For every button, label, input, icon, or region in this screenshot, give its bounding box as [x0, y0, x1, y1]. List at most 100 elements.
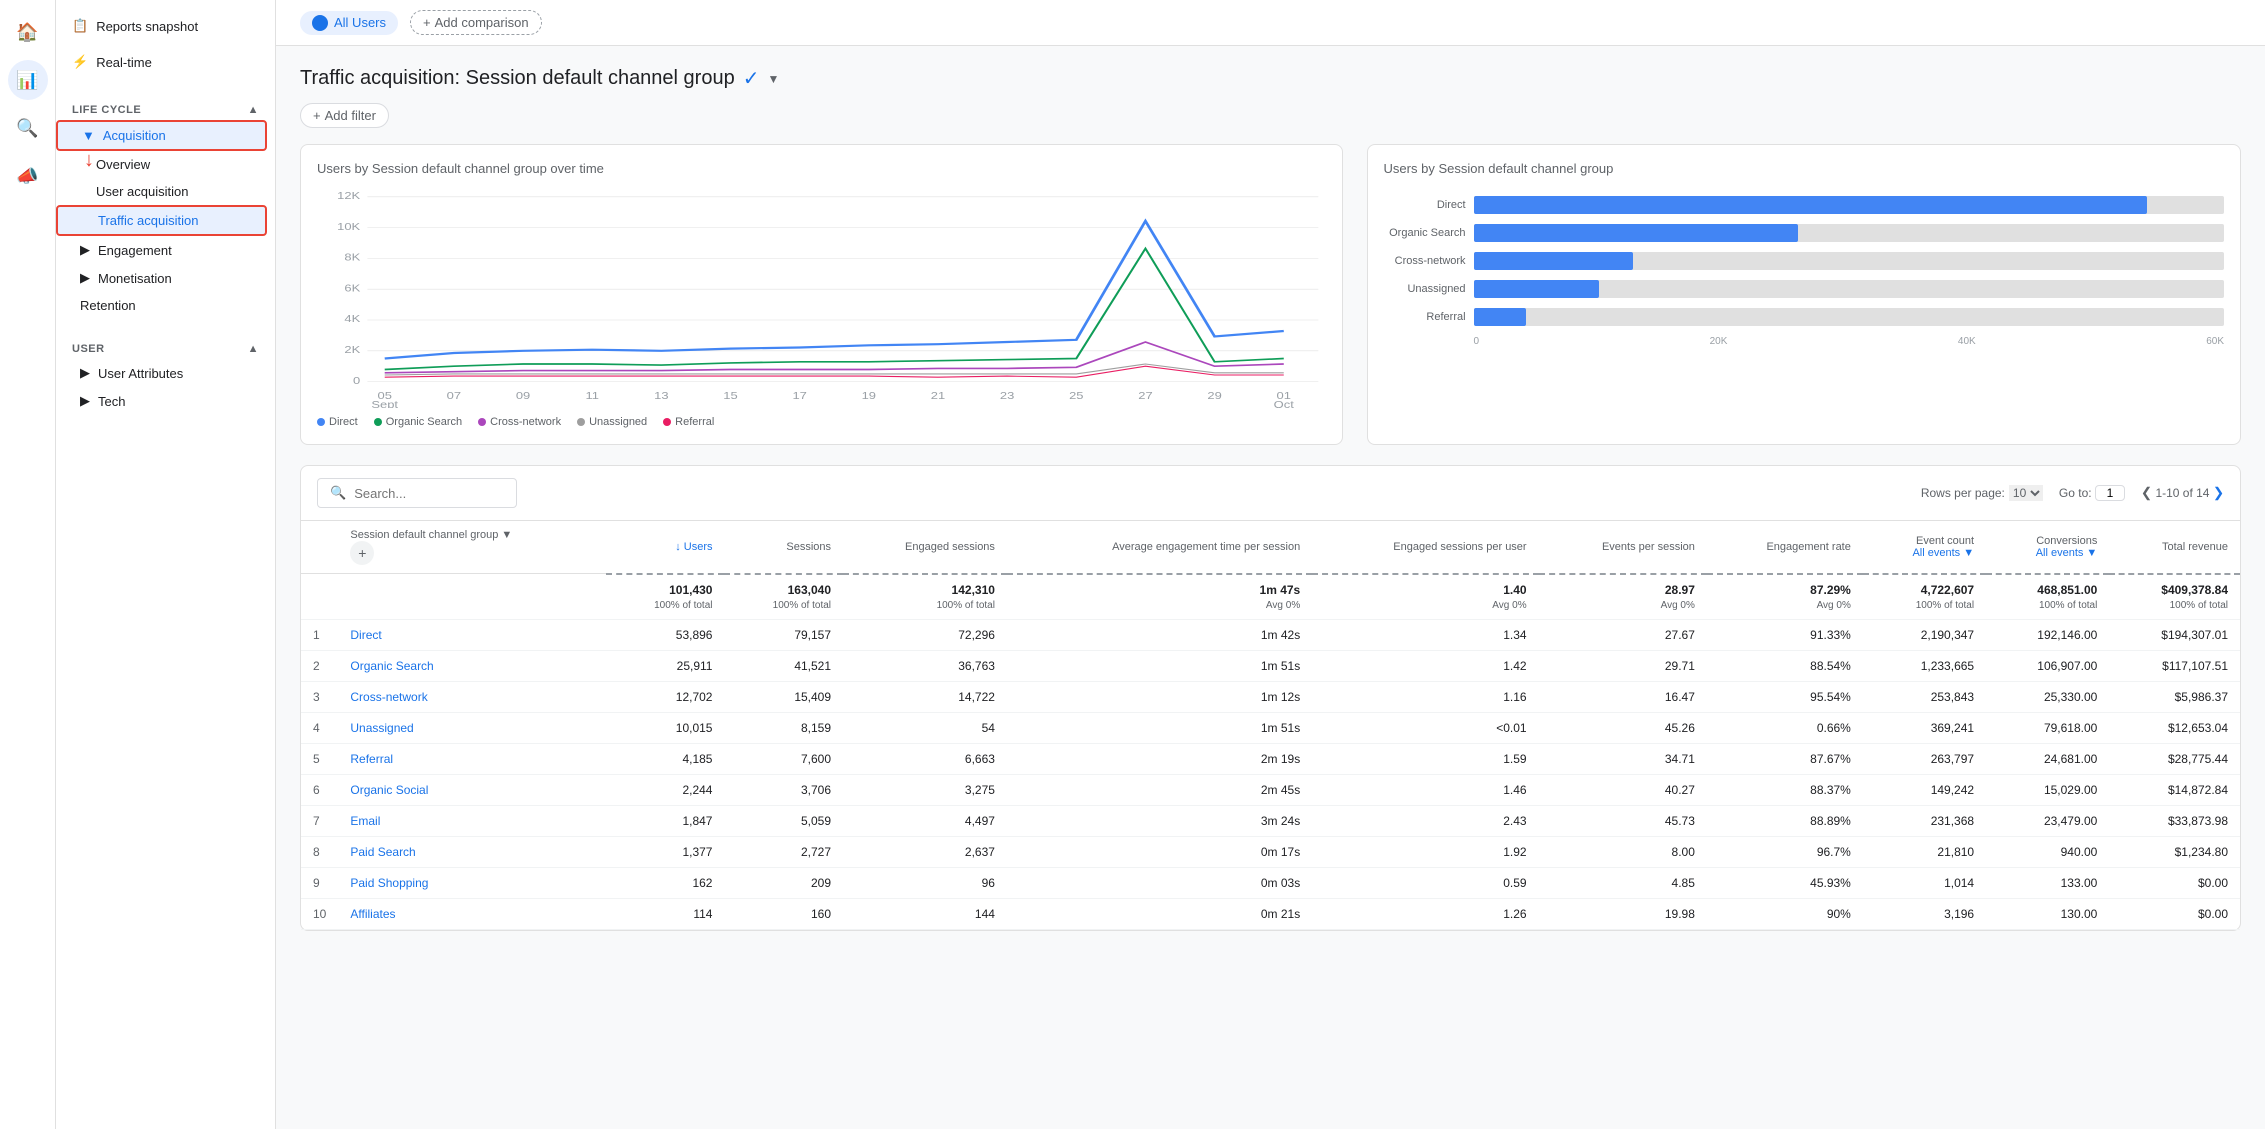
expand-icon: ▼	[82, 128, 95, 143]
plus-icon-filter: +	[313, 108, 321, 123]
realtime-icon: ⚡	[72, 54, 88, 70]
search-box[interactable]: 🔍	[317, 478, 517, 508]
channel-name-cell[interactable]: Referral	[338, 743, 606, 774]
all-users-label: All Users	[334, 15, 386, 30]
channel-name-cell[interactable]: Organic Social	[338, 774, 606, 805]
add-col-button[interactable]: +	[350, 541, 374, 565]
traffic-acquisition-item[interactable]: Traffic acquisition	[56, 205, 267, 236]
totals-row: 101,430100% of total 163,040100% of tota…	[301, 574, 2240, 620]
top-bar: All Users + Add comparison	[276, 0, 2265, 46]
rows-per-page-select[interactable]: 10 25 50	[2009, 485, 2043, 501]
dropdown-icon: ▼	[501, 529, 512, 541]
expand-icon-engagement: ▶	[80, 242, 90, 258]
all-users-chip[interactable]: All Users	[300, 11, 398, 35]
svg-text:15: 15	[723, 391, 737, 401]
table-row: 4 Unassigned 10,015 8,159 54 1m 51s <0.0…	[301, 712, 2240, 743]
expand-icon-monetisation: ▶	[80, 270, 90, 286]
retention-item[interactable]: Retention	[56, 292, 267, 319]
bar-chart-title: Users by Session default channel group	[1384, 161, 2224, 176]
rank-cell: 10	[301, 898, 338, 929]
svg-text:25: 25	[1069, 391, 1083, 401]
prev-page-button[interactable]: ❮	[2141, 485, 2152, 501]
th-rank	[301, 521, 338, 574]
channel-name-cell[interactable]: Direct	[338, 619, 606, 650]
rank-cell: 7	[301, 805, 338, 836]
th-sessions[interactable]: Sessions	[724, 521, 843, 574]
th-total-revenue[interactable]: Total revenue	[2109, 521, 2240, 574]
th-channel-group[interactable]: Session default channel group ▼ +	[338, 521, 606, 574]
next-page-button[interactable]: ❯	[2213, 485, 2224, 501]
channel-name-cell[interactable]: Affiliates	[338, 898, 606, 929]
table-row: 7 Email 1,847 5,059 4,497 3m 24s 2.43 45…	[301, 805, 2240, 836]
th-avg-engagement[interactable]: Average engagement time per session	[1007, 521, 1312, 574]
reports-snapshot-item[interactable]: 📋 Reports snapshot	[56, 8, 275, 44]
rank-cell: 2	[301, 650, 338, 681]
bar-label-unassigned: Unassigned	[1384, 283, 1474, 295]
svg-text:27: 27	[1138, 391, 1152, 401]
svg-text:4K: 4K	[344, 314, 360, 324]
svg-text:21: 21	[931, 391, 945, 401]
channel-name-cell[interactable]: Cross-network	[338, 681, 606, 712]
search-input[interactable]	[354, 486, 504, 501]
rank-cell: 3	[301, 681, 338, 712]
realtime-item[interactable]: ⚡ Real-time	[56, 44, 275, 80]
add-comparison-label: Add comparison	[435, 15, 529, 30]
channel-name-cell[interactable]: Paid Shopping	[338, 867, 606, 898]
svg-text:19: 19	[862, 391, 876, 401]
svg-text:12K: 12K	[337, 191, 360, 201]
reports-icon[interactable]: 📊	[8, 60, 48, 100]
goto-label: Go to:	[2059, 485, 2125, 501]
add-filter-button[interactable]: + Add filter	[300, 103, 389, 128]
explore-icon[interactable]: 🔍	[8, 108, 48, 148]
table-row: 10 Affiliates 114 160 144 0m 21s 1.26 19…	[301, 898, 2240, 929]
user-acquisition-item[interactable]: User acquisition	[56, 178, 267, 205]
channel-name-cell[interactable]: Email	[338, 805, 606, 836]
svg-text:29: 29	[1207, 391, 1221, 401]
th-engaged-per-user[interactable]: Engaged sessions per user	[1312, 521, 1538, 574]
th-event-count[interactable]: Event countAll events ▼	[1863, 521, 1986, 574]
channel-name-cell[interactable]: Paid Search	[338, 836, 606, 867]
svg-text:Oct: Oct	[1274, 400, 1295, 408]
th-engaged-sessions[interactable]: Engaged sessions	[843, 521, 1007, 574]
svg-text:0: 0	[353, 376, 360, 386]
dropdown-arrow[interactable]: ▼	[767, 72, 779, 86]
table-row: 1 Direct 53,896 79,157 72,296 1m 42s 1.3…	[301, 619, 2240, 650]
th-events-per-session[interactable]: Events per session	[1539, 521, 1707, 574]
reports-snapshot-label: Reports snapshot	[96, 19, 198, 34]
chevron-up-icon: ▲	[248, 104, 259, 116]
advertising-icon[interactable]: 📣	[8, 156, 48, 196]
acquisition-item[interactable]: ▼ Acquisition	[56, 120, 267, 151]
monetisation-item[interactable]: ▶ Monetisation	[56, 264, 267, 292]
table-row: 9 Paid Shopping 162 209 96 0m 03s 0.59 4…	[301, 867, 2240, 898]
table-row: 6 Organic Social 2,244 3,706 3,275 2m 45…	[301, 774, 2240, 805]
search-icon: 🔍	[330, 485, 346, 501]
user-chip-icon	[312, 15, 328, 31]
svg-text:10K: 10K	[337, 222, 360, 232]
bar-label-direct: Direct	[1384, 199, 1474, 211]
rank-cell: 9	[301, 867, 338, 898]
th-users[interactable]: ↓ Users	[606, 521, 725, 574]
add-comparison-button[interactable]: + Add comparison	[410, 10, 542, 35]
channel-name-cell[interactable]: Unassigned	[338, 712, 606, 743]
svg-text:17: 17	[792, 391, 806, 401]
table-row: 8 Paid Search 1,377 2,727 2,637 0m 17s 1…	[301, 836, 2240, 867]
th-engagement-rate[interactable]: Engagement rate	[1707, 521, 1863, 574]
line-chart-card: Users by Session default channel group o…	[300, 144, 1343, 445]
bar-label-organic: Organic Search	[1384, 227, 1474, 239]
engagement-item[interactable]: ▶ Engagement	[56, 236, 267, 264]
pagination-info: ❮ 1-10 of 14 ❯	[2141, 485, 2224, 501]
table-row: 2 Organic Search 25,911 41,521 36,763 1m…	[301, 650, 2240, 681]
channel-name-cell[interactable]: Organic Search	[338, 650, 606, 681]
goto-input[interactable]	[2095, 485, 2125, 501]
bar-label-referral: Referral	[1384, 311, 1474, 323]
verified-icon: ✓	[743, 66, 760, 91]
tech-item[interactable]: ▶ Tech	[56, 387, 267, 415]
user-attributes-item[interactable]: ▶ User Attributes	[56, 359, 267, 387]
lifecycle-header[interactable]: Life cycle ▲	[56, 96, 275, 120]
user-header[interactable]: User ▲	[56, 335, 275, 359]
table-row: 5 Referral 4,185 7,600 6,663 2m 19s 1.59…	[301, 743, 2240, 774]
home-icon[interactable]: 🏠	[8, 12, 48, 52]
th-conversions[interactable]: ConversionsAll events ▼	[1986, 521, 2109, 574]
chevron-up-icon-user: ▲	[248, 343, 259, 355]
rank-cell: 4	[301, 712, 338, 743]
